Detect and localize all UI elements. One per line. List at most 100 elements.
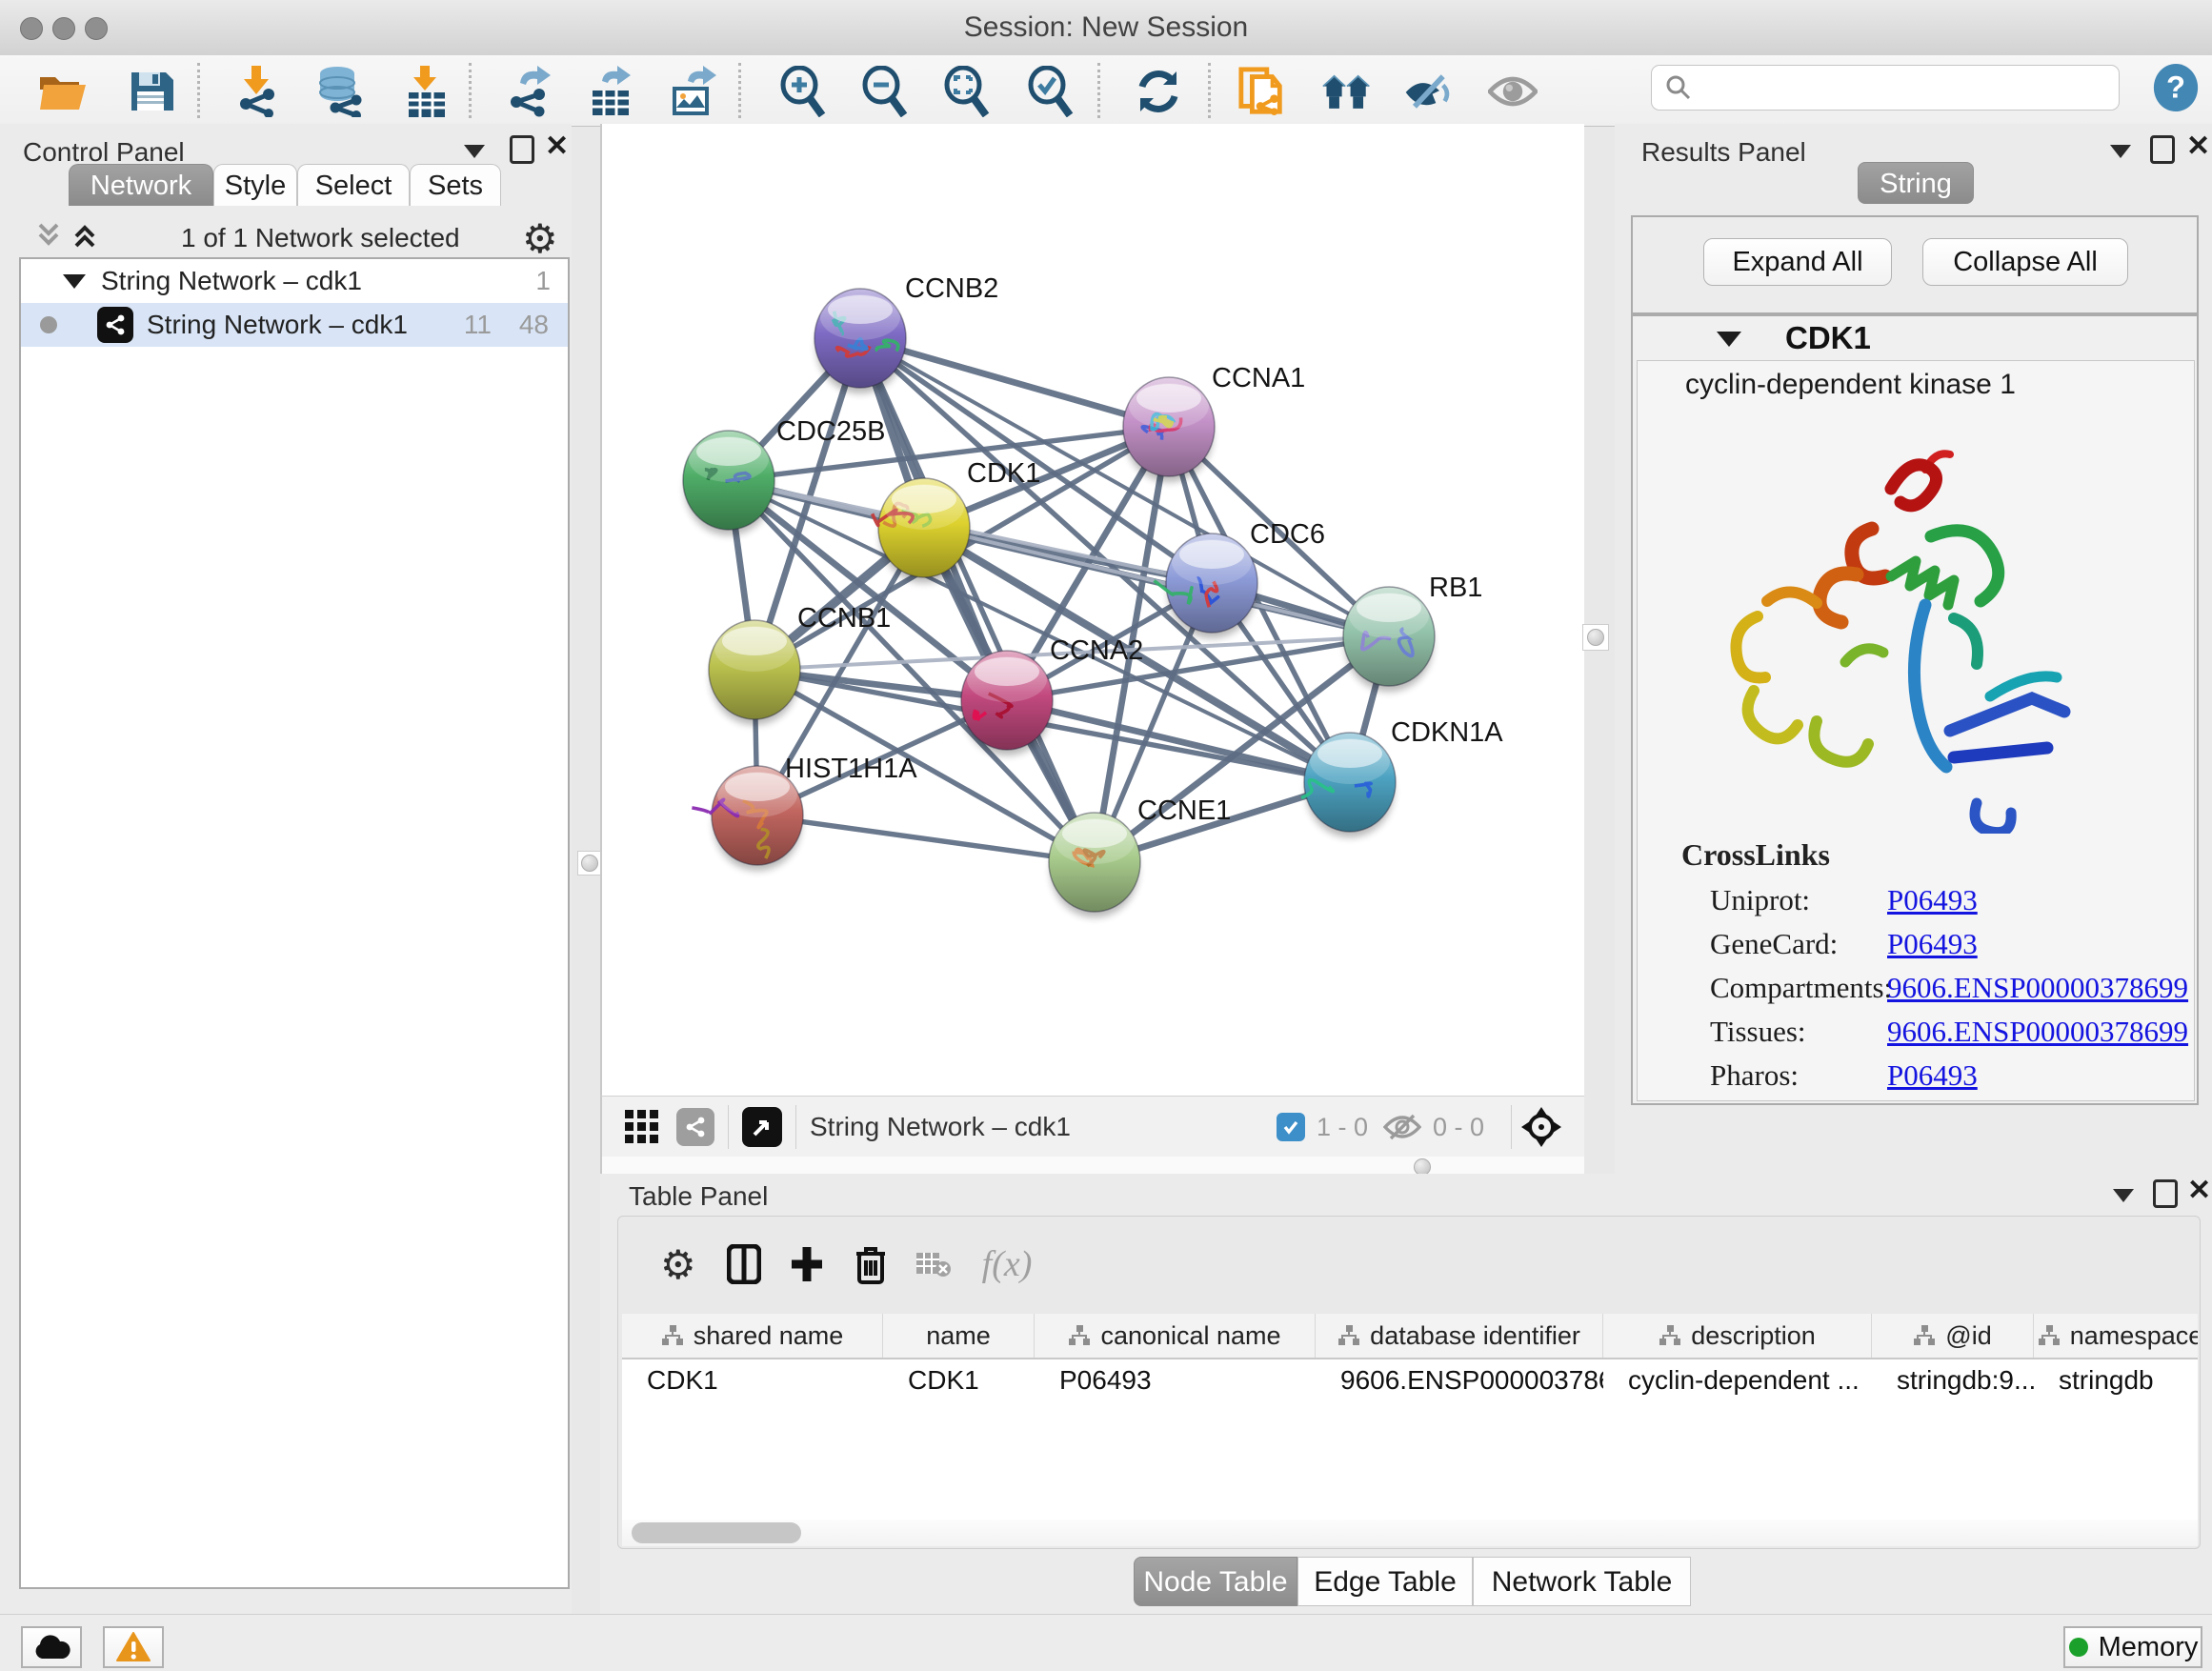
table-cell[interactable]: stringdb [2034, 1359, 2198, 1401]
table-hscrollbar[interactable] [622, 1520, 2198, 1546]
control-panel-float-icon[interactable] [510, 135, 534, 164]
column-header-description[interactable]: description [1603, 1314, 1872, 1358]
warnings-button[interactable] [103, 1626, 164, 1668]
help-icon[interactable]: ? [2151, 63, 2201, 112]
open-session-icon[interactable] [38, 67, 88, 116]
results-tab-string[interactable]: String [1858, 162, 1974, 204]
fit-selected-crosshair-icon[interactable] [1519, 1105, 1563, 1149]
network-overview-houses-icon[interactable] [1322, 67, 1372, 116]
network-node-CDC6[interactable]: CDC6 [1155, 519, 1325, 638]
table-cell[interactable]: cyclin-dependent ... [1603, 1359, 1872, 1401]
export-image-icon[interactable] [669, 67, 718, 116]
collapse-all-tree-icon[interactable] [32, 219, 65, 252]
hidden-node-edge-counts: 0 - 0 [1433, 1113, 1484, 1142]
network-node-CCNE1[interactable]: CCNE1 [1049, 795, 1231, 917]
memory-button[interactable]: Memory [2063, 1626, 2202, 1668]
show-graphics-details-icon[interactable] [1488, 67, 1538, 116]
toolbar-separator [738, 63, 741, 118]
import-network-from-file-icon[interactable] [231, 67, 280, 116]
expand-all-button[interactable]: Expand All [1703, 238, 1892, 286]
crosslink-link[interactable]: P06493 [1887, 883, 1978, 917]
delete-column-trash-icon[interactable] [855, 1244, 887, 1284]
cloud-button[interactable] [21, 1626, 82, 1668]
import-table-from-file-icon[interactable] [402, 67, 452, 116]
tab-network[interactable]: Network [69, 164, 213, 206]
crosslink-link[interactable]: P06493 [1887, 1058, 1978, 1093]
node-table[interactable]: shared namenamecanonical namedatabase id… [622, 1314, 2198, 1520]
network-node-HIST1H1A[interactable]: HIST1H1A [692, 754, 917, 871]
search-input[interactable] [1692, 72, 2105, 104]
control-panel-menu-caret-icon[interactable] [464, 145, 485, 158]
zoom-out-icon[interactable] [860, 67, 910, 116]
refresh-network-icon[interactable] [1134, 67, 1183, 116]
table-hscrollbar-thumb[interactable] [632, 1522, 801, 1543]
network-node-CDKN1A[interactable]: CDKN1A [1301, 717, 1503, 837]
table-cell[interactable]: 9606.ENSP00000378699 [1316, 1359, 1603, 1401]
left-splitter-handle[interactable] [577, 851, 602, 876]
crosslink-link[interactable]: 9606.ENSP00000378699 [1887, 1015, 2188, 1049]
create-column-plus-icon[interactable] [790, 1245, 824, 1283]
export-network-icon[interactable] [503, 67, 553, 116]
column-header-database-identifier[interactable]: database identifier [1316, 1314, 1603, 1358]
export-table-icon[interactable] [587, 67, 636, 116]
network-node-CDK1[interactable]: CDK1 [873, 458, 1041, 583]
table-cell[interactable]: CDK1 [883, 1359, 1035, 1401]
network-share-icon[interactable] [676, 1108, 714, 1146]
tab-network-table[interactable]: Network Table [1473, 1557, 1691, 1606]
tab-edge-table[interactable]: Edge Table [1297, 1557, 1473, 1606]
tab-sets[interactable]: Sets [410, 164, 501, 206]
table-cell[interactable]: P06493 [1035, 1359, 1316, 1401]
open-in-new-window-icon[interactable] [742, 1107, 782, 1147]
crosslink-link[interactable]: 9606.ENSP00000378699 [1887, 971, 2188, 1005]
network-options-gear-icon[interactable]: ⚙ [522, 215, 558, 262]
column-header-shared-name[interactable]: shared name [622, 1314, 883, 1358]
table-panel-menu-caret-icon[interactable] [2113, 1189, 2134, 1202]
network-node-RB1[interactable]: RB1 [1343, 573, 1482, 692]
network-status-dot-icon [40, 316, 57, 333]
column-header-@id[interactable]: @id [1872, 1314, 2034, 1358]
birds-eye-view-grid-icon[interactable] [625, 1110, 659, 1144]
zoom-selected-icon[interactable] [1026, 67, 1076, 116]
table-row[interactable]: CDK1CDK1P064939606.ENSP00000378699cyclin… [622, 1359, 2198, 1401]
node-expand-caret-icon[interactable] [1717, 332, 1741, 347]
collapse-all-button[interactable]: Collapse All [1922, 238, 2128, 286]
control-panel-close-icon[interactable]: ✕ [545, 135, 569, 158]
column-header-canonical-name[interactable]: canonical name [1035, 1314, 1316, 1358]
tab-select[interactable]: Select [297, 164, 410, 206]
tab-style[interactable]: Style [213, 164, 297, 206]
network-canvas[interactable]: CCNB2CCNA1CDC25BCDK1CDC6RB1CCNB1CCNA2CDK… [600, 124, 1584, 1096]
network-collection-row[interactable]: String Network – cdk1 1 [21, 259, 568, 303]
expand-all-tree-icon[interactable] [69, 219, 101, 252]
column-header-name[interactable]: name [883, 1314, 1035, 1358]
right-splitter-handle[interactable] [1582, 624, 1609, 651]
column-header-namespace[interactable]: namespace [2034, 1314, 2198, 1358]
table-settings-gear-icon[interactable]: ⚙ [660, 1241, 696, 1288]
results-panel-menu-caret-icon[interactable] [2110, 145, 2131, 158]
copy-network-to-clipboard-icon[interactable] [1237, 67, 1287, 116]
collection-expand-caret-icon[interactable] [63, 274, 86, 289]
horizontal-splitter[interactable] [600, 1157, 1584, 1174]
selected-checkbox-icon[interactable] [1277, 1113, 1305, 1141]
hide-graphics-details-icon[interactable] [1402, 67, 1452, 116]
tab-node-table[interactable]: Node Table [1134, 1557, 1297, 1606]
network-node-CCNA1[interactable]: CCNA1 [1123, 363, 1305, 482]
results-panel-close-icon[interactable]: ✕ [2186, 135, 2210, 158]
crosslink-link[interactable]: P06493 [1887, 927, 1978, 961]
results-panel-float-icon[interactable] [2150, 135, 2175, 164]
table-panel-close-icon[interactable]: ✕ [2187, 1179, 2211, 1202]
function-builder-icon[interactable]: f(x) [982, 1243, 1033, 1285]
table-cell[interactable]: CDK1 [622, 1359, 883, 1401]
delete-table-icon[interactable] [915, 1250, 952, 1278]
table-cell[interactable]: stringdb:9... [1872, 1359, 2034, 1401]
save-session-icon[interactable] [126, 67, 175, 116]
network-row[interactable]: String Network – cdk1 11 48 [21, 303, 568, 347]
hidden-eye-icon[interactable] [1383, 1113, 1421, 1141]
search-field[interactable] [1651, 65, 2120, 111]
control-panel: Control Panel ✕ NetworkStyleSelectSets 1… [0, 124, 572, 1614]
table-panel-float-icon[interactable] [2153, 1179, 2178, 1208]
zoom-in-icon[interactable] [778, 67, 828, 116]
network-node-CCNB2[interactable]: CCNB2 [814, 273, 998, 393]
show-columns-icon[interactable] [727, 1244, 761, 1284]
import-network-from-database-icon[interactable] [314, 67, 364, 116]
zoom-fit-icon[interactable] [942, 67, 992, 116]
